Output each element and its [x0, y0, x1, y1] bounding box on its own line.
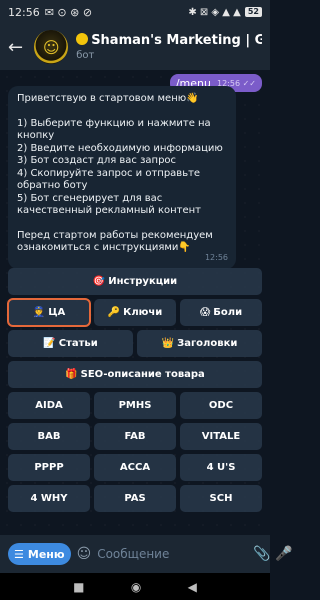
chat-area: /menu 12:56 ✓✓ Приветствую в стартовом м… [0, 70, 270, 535]
step-5: 5) Бот сгенерирует для вас качественный … [17, 192, 201, 217]
status-time: 12:56 [8, 5, 40, 19]
battery-icon: 52 [244, 7, 262, 17]
pains-button[interactable]: 😱 Боли [180, 299, 262, 326]
read-check-icon: ✓✓ [242, 78, 256, 88]
gift-icon: 🎁 [65, 369, 78, 380]
key-icon: 🔑 [107, 307, 121, 318]
chat-title-block[interactable]: Shaman's Marketing | GP бот [76, 33, 262, 61]
microphone-icon[interactable]: 🎤 [275, 546, 292, 562]
attach-icon[interactable]: 📎 [253, 546, 270, 562]
incoming-time: 12:56 [204, 253, 228, 262]
seo-label: SEO-описание товара [80, 369, 205, 380]
memo-icon: 📝 [43, 338, 56, 349]
menu-lines-icon: ☰ [14, 547, 24, 561]
system-icons: ✱ ⊠ ◈ ▲ ▲ [188, 6, 241, 18]
system-nav-bar: ■ ◉ ◀ [0, 573, 270, 600]
message-input-bar: ☰ Меню ☺ 📎 🎤 [0, 535, 293, 573]
keys-label: Ключи [123, 307, 163, 318]
seo-button[interactable]: 🎁 SEO-описание товара [8, 361, 262, 388]
avatar[interactable]: ☺ [34, 30, 69, 64]
keys-button[interactable]: 🔑 Ключи [94, 299, 176, 326]
formula-button-aida[interactable]: AIDA [8, 392, 90, 419]
step-1: 1) Выберите функцию и нажмите на кнопку [17, 117, 211, 142]
incoming-message[interactable]: Приветствую в стартовом меню👋 1) Выберит… [8, 86, 236, 269]
articles-button[interactable]: 📝 Статьи [8, 330, 133, 357]
menu-label: Меню [27, 547, 65, 561]
ca-label: ЦА [48, 307, 66, 318]
chat-header: ← ☺ Shaman's Marketing | GP бот [0, 24, 270, 70]
status-bar: 12:56 ✉ ⊙ ⊛ ⊘ ✱ ⊠ ◈ ▲ ▲ 52 [0, 0, 270, 24]
step-2: 2) Введите необходимую информацию [17, 142, 223, 154]
status-right: ✱ ⊠ ◈ ▲ ▲ 52 [188, 7, 262, 18]
formula-button-odc[interactable]: ODC [180, 392, 262, 419]
message-input[interactable] [97, 547, 248, 561]
headlines-button[interactable]: 👑 Заголовки [137, 330, 262, 357]
greeting-text: Приветствую в стартовом меню👋 [17, 93, 199, 104]
formula-button-pmhs[interactable]: PMHS [94, 392, 176, 419]
status-left: 12:56 ✉ ⊙ ⊛ ⊘ [8, 6, 92, 19]
formula-button-acca[interactable]: ACCA [94, 454, 176, 481]
yellow-circle-icon [76, 33, 89, 45]
chat-subtitle: бот [76, 50, 95, 61]
notification-icons: ✉ ⊙ ⊛ ⊘ [44, 5, 93, 19]
formula-button-pppp[interactable]: PPPP [8, 454, 90, 481]
recent-apps-icon[interactable]: ■ [73, 580, 84, 594]
emoji-icon[interactable]: ☺ [77, 546, 92, 562]
footer-text: Перед стартом работы рекомендуем ознаком… [17, 229, 213, 254]
instructions-label: Инструкции [108, 276, 178, 287]
scream-face-icon: 😱 [199, 307, 211, 318]
inline-keyboard: 🎯 Инструкции 👮 ЦА 🔑 Ключи 😱 Боли 📝 Стать… [7, 268, 262, 516]
formula-button-pas[interactable]: PAS [94, 485, 176, 512]
home-icon[interactable]: ◉ [131, 580, 141, 594]
formula-button-sch[interactable]: SCH [180, 485, 262, 512]
menu-button[interactable]: ☰ Меню [8, 543, 71, 565]
ca-button[interactable]: 👮 ЦА [7, 298, 91, 327]
articles-label: Статьи [58, 338, 98, 349]
formula-button-4us[interactable]: 4 U'S [180, 454, 262, 481]
chat-title: Shaman's Marketing | GP [76, 33, 262, 48]
step-4: 4) Скопируйте запрос и отправьте обратно… [17, 167, 201, 192]
chat-title-text: Shaman's Marketing | GP [91, 33, 262, 48]
formula-button-vitale[interactable]: VITALE [180, 423, 262, 450]
pains-label: Боли [213, 307, 243, 318]
back-icon[interactable]: ◀ [188, 580, 197, 594]
headlines-label: Заголовки [177, 338, 238, 349]
police-officer-icon: 👮 [32, 307, 46, 318]
formula-button-bab[interactable]: BAB [8, 423, 90, 450]
crown-icon: 👑 [161, 338, 175, 349]
formula-button-fab[interactable]: FAB [94, 423, 176, 450]
dart-icon: 🎯 [92, 276, 106, 287]
instructions-button[interactable]: 🎯 Инструкции [8, 268, 262, 295]
back-arrow-icon[interactable]: ← [8, 37, 34, 58]
step-3: 3) Бот создаст для вас запрос [17, 155, 177, 166]
formula-button-4why[interactable]: 4 WHY [8, 485, 90, 512]
